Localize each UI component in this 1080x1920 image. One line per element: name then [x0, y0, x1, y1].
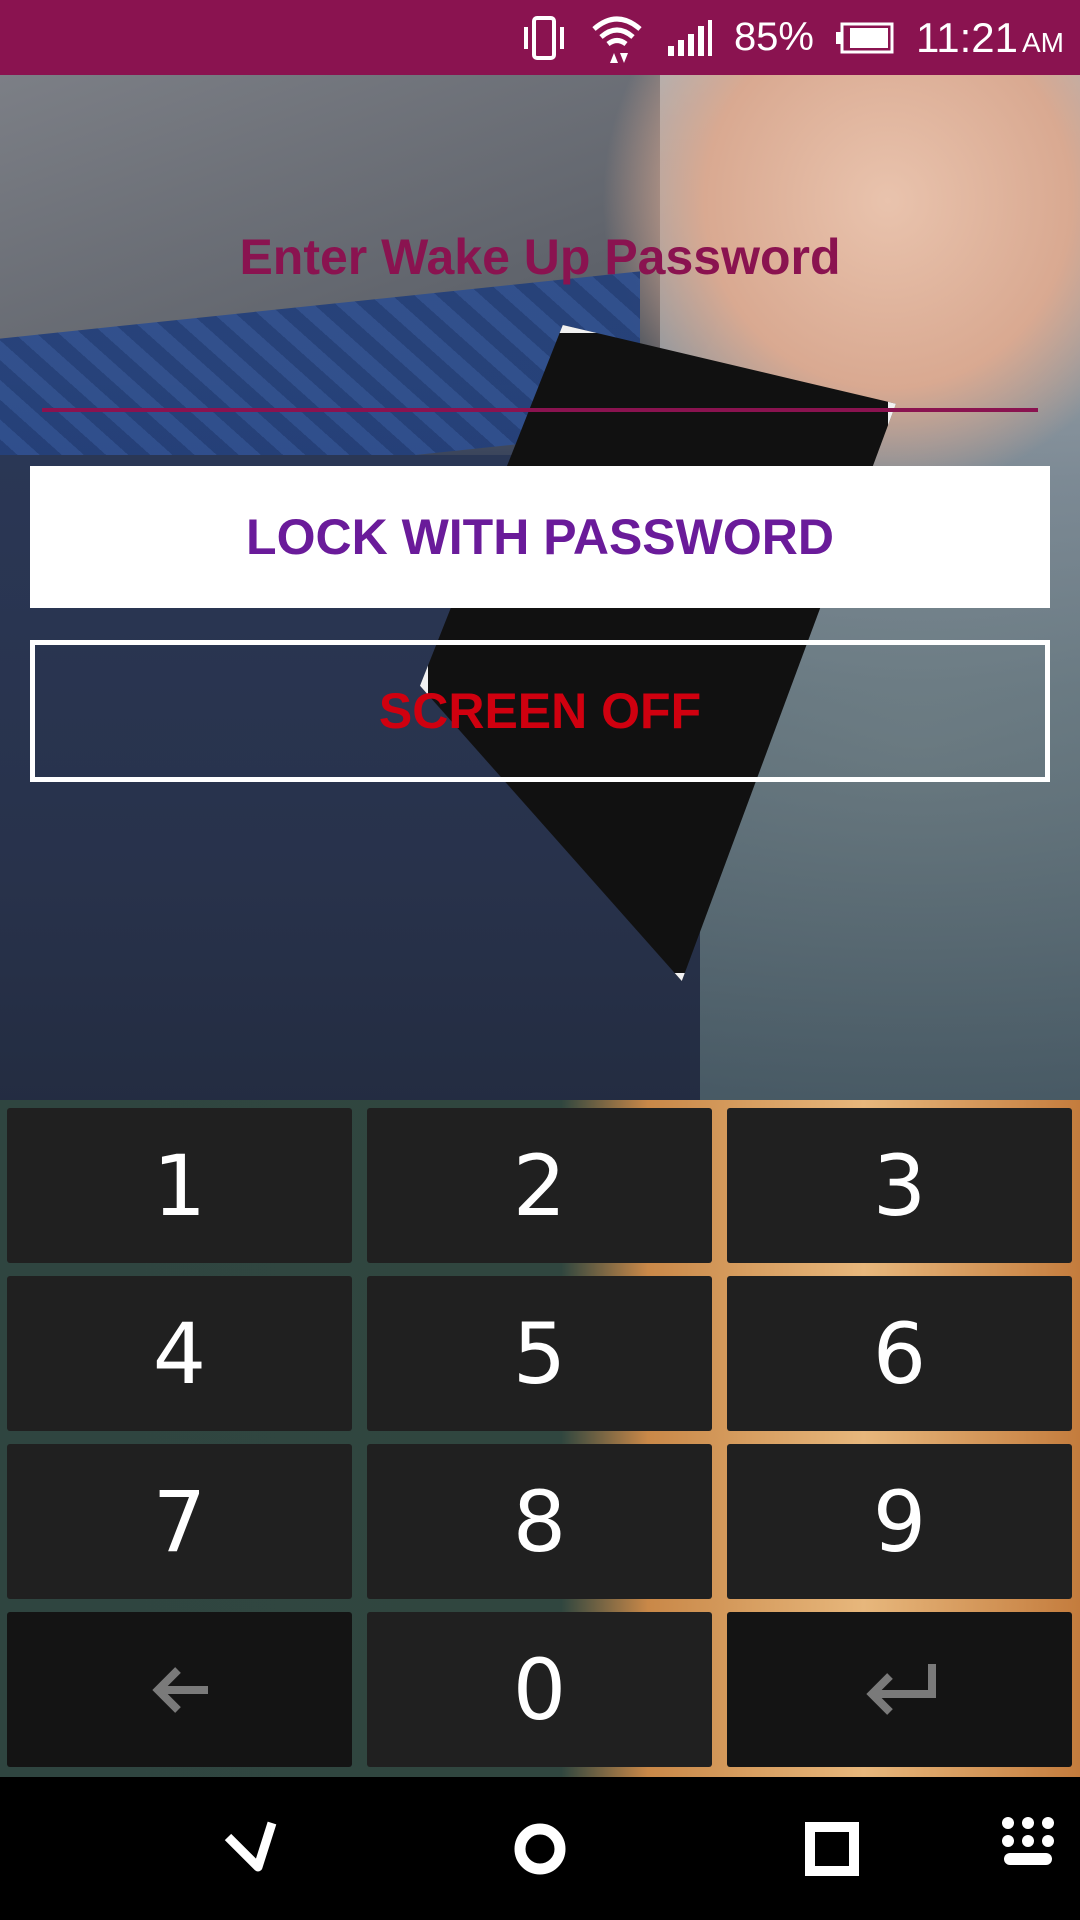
- clock-ampm: AM: [1022, 26, 1064, 58]
- enter-icon: [860, 1660, 940, 1720]
- backspace-key[interactable]: [7, 1612, 352, 1767]
- enter-key[interactable]: [727, 1612, 1072, 1767]
- key-7[interactable]: 7: [7, 1444, 352, 1599]
- screen-off-button[interactable]: SCREEN OFF: [30, 640, 1050, 782]
- key-8[interactable]: 8: [367, 1444, 712, 1599]
- back-icon[interactable]: [222, 1819, 282, 1884]
- key-5[interactable]: 5: [367, 1276, 712, 1431]
- home-icon[interactable]: [510, 1819, 570, 1884]
- backspace-arrow-icon: [148, 1662, 212, 1718]
- key-4[interactable]: 4: [7, 1276, 352, 1431]
- key-2[interactable]: 2: [367, 1108, 712, 1263]
- numeric-keypad: 1 2 3 4 5 6 7 8 9 0: [0, 1100, 1080, 1777]
- wifi-icon: [590, 13, 644, 63]
- password-prompt[interactable]: Enter Wake Up Password: [0, 228, 1080, 286]
- password-field-underline[interactable]: [42, 408, 1038, 412]
- key-1[interactable]: 1: [7, 1108, 352, 1263]
- status-bar: 85% 11:21 AM: [0, 0, 1080, 75]
- clock: 11:21 AM: [916, 14, 1064, 62]
- lock-with-password-button[interactable]: LOCK WITH PASSWORD: [30, 466, 1050, 608]
- key-0[interactable]: 0: [367, 1612, 712, 1767]
- keyboard-icon[interactable]: [1000, 1815, 1056, 1880]
- signal-icon: [666, 18, 712, 58]
- key-3[interactable]: 3: [727, 1108, 1072, 1263]
- vibrate-icon: [520, 15, 568, 61]
- key-9[interactable]: 9: [727, 1444, 1072, 1599]
- key-6[interactable]: 6: [727, 1276, 1072, 1431]
- battery-percent: 85%: [733, 15, 814, 59]
- recents-icon[interactable]: [802, 1819, 862, 1884]
- battery-icon: [836, 22, 894, 54]
- navigation-bar: [0, 1777, 1080, 1920]
- clock-time: 11:21: [916, 13, 1018, 61]
